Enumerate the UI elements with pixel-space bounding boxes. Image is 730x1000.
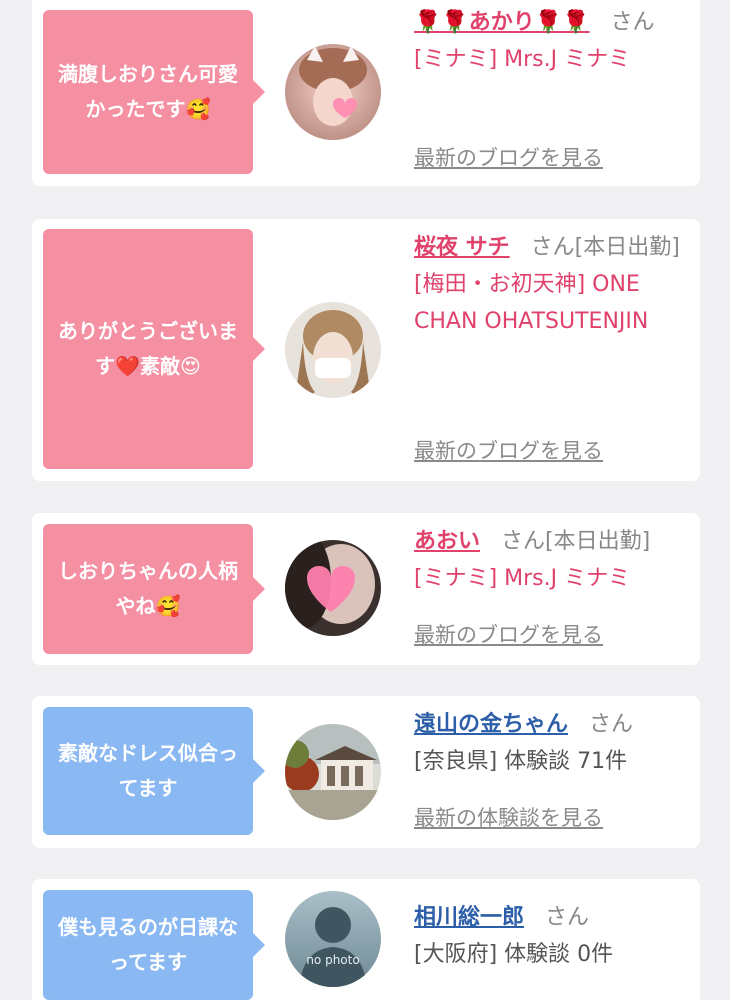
comment-bubble: ありがとうございます❤️素敵😍 — [43, 229, 265, 469]
comment-card: 満腹しおりさん可愛かったです🥰 🌹🌹あかり🌹🌹 さん [ミナミ] Mrs.J ミ… — [32, 0, 700, 186]
commenter-info: 🌹🌹あかり🌹🌹 さん [ミナミ] Mrs.J ミナミ — [414, 4, 692, 78]
avatar[interactable] — [285, 724, 381, 820]
shop-name: [梅田・お初天神] ONE CHAN OHATSUTENJIN — [414, 272, 649, 334]
commenter-name[interactable]: 相川総一郎 — [414, 905, 524, 930]
avatar[interactable] — [285, 302, 381, 398]
commenter-name[interactable]: 🌹🌹あかり🌹🌹 — [414, 10, 590, 35]
latest-blog-link[interactable]: 最新のブログを見る — [414, 435, 603, 465]
commenter-info: あおい さん[本日出勤] [ミナミ] Mrs.J ミナミ — [414, 523, 692, 597]
commenter-info: 遠山の金ちゃん さん [奈良県] 体験談 71件 — [414, 706, 692, 780]
comment-bubble: しおりちゃんの人柄やね🥰 — [43, 524, 265, 654]
comment-card: 僕も見るのが日課なってます no photo 相川総一郎 さん [大阪府] 体験… — [32, 879, 700, 1000]
commenter-name[interactable]: あおい — [414, 529, 480, 554]
commenter-honorific: さん — [545, 905, 590, 930]
comment-list: 満腹しおりさん可愛かったです🥰 🌹🌹あかり🌹🌹 さん [ミナミ] Mrs.J ミ… — [0, 0, 730, 1000]
commenter-info: 桜夜 サチ さん[本日出勤] [梅田・お初天神] ONE CHAN OHATSU… — [414, 229, 692, 340]
comment-bubble: 満腹しおりさん可愛かったです🥰 — [43, 10, 265, 174]
shop-name: [奈良県] 体験談 71件 — [414, 749, 628, 774]
commenter-honorific: さん — [589, 712, 634, 737]
commenter-name[interactable]: 桜夜 サチ — [414, 235, 510, 260]
commenter-info: 相川総一郎 さん [大阪府] 体験談 0件 — [414, 899, 692, 973]
avatar[interactable]: no photo — [285, 891, 381, 987]
comment-bubble: 素敵なドレス似合ってます — [43, 707, 265, 835]
no-photo-label: no photo — [306, 953, 360, 967]
latest-review-link[interactable]: 最新の体験談を見る — [414, 802, 603, 832]
commenter-name[interactable]: 遠山の金ちゃん — [414, 712, 568, 737]
commenter-honorific: さん — [610, 10, 655, 35]
avatar[interactable] — [285, 540, 381, 636]
commenter-honorific: さん[本日出勤] — [530, 235, 680, 260]
avatar[interactable] — [285, 44, 381, 140]
shop-name: [大阪府] 体験談 0件 — [414, 942, 614, 967]
latest-blog-link[interactable]: 最新のブログを見る — [414, 619, 603, 649]
commenter-honorific: さん[本日出勤] — [501, 529, 651, 554]
shop-name: [ミナミ] Mrs.J ミナミ — [414, 566, 631, 591]
comment-card: 素敵なドレス似合ってます 遠山の金ちゃん さん [奈良県] 体験談 71件 最新… — [32, 696, 700, 848]
comment-card: ありがとうございます❤️素敵😍 桜夜 サチ さん[本日出勤] [梅田・お初天神]… — [32, 219, 700, 481]
shop-name: [ミナミ] Mrs.J ミナミ — [414, 47, 631, 72]
comment-bubble: 僕も見るのが日課なってます — [43, 890, 265, 1000]
latest-blog-link[interactable]: 最新のブログを見る — [414, 142, 603, 172]
comment-card: しおりちゃんの人柄やね🥰 あおい さん[本日出勤] [ミナミ] Mrs.J ミナ… — [32, 513, 700, 665]
